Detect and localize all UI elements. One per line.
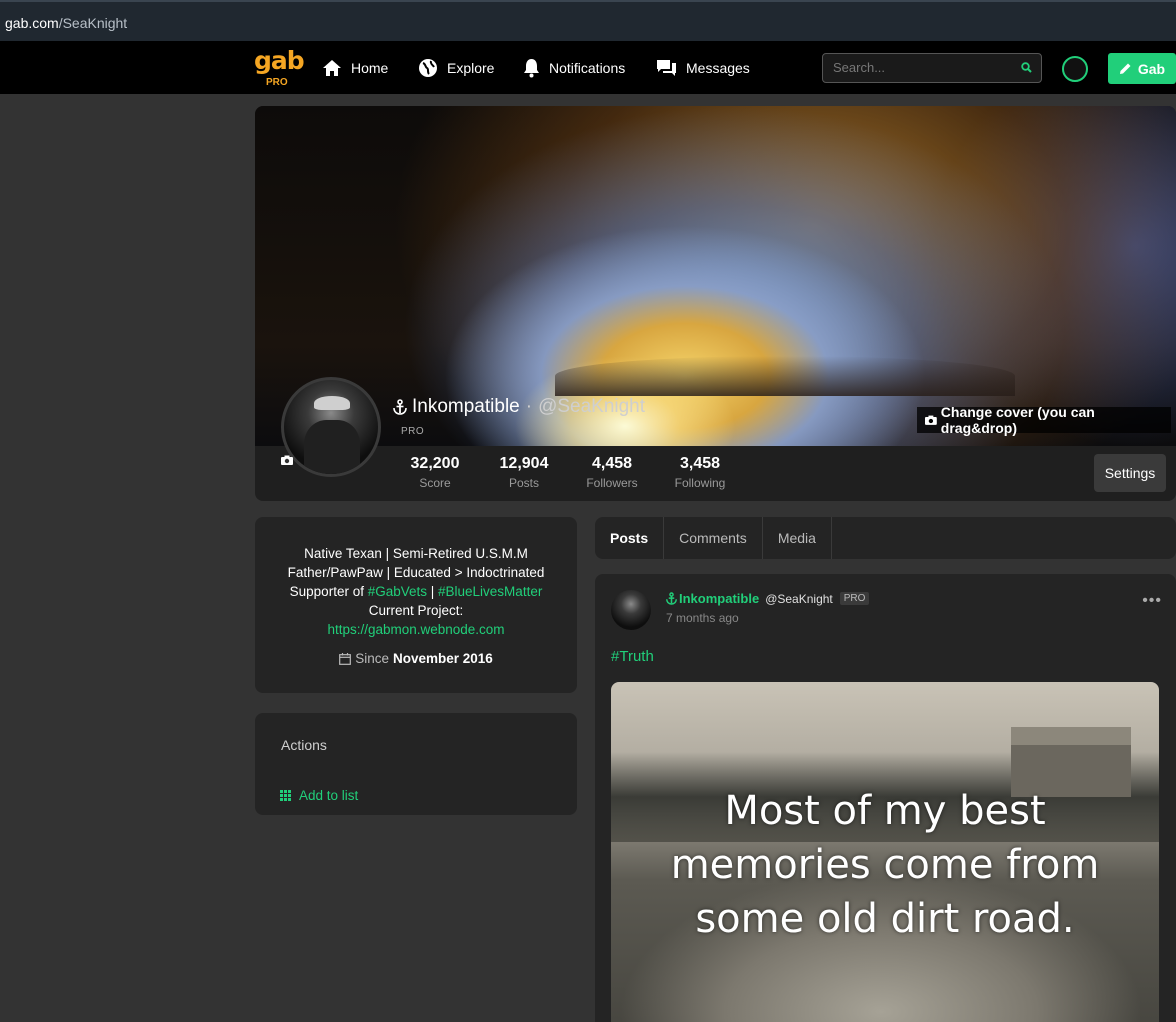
grid-icon [280, 790, 291, 801]
search-input[interactable] [833, 60, 1013, 75]
post-author-name: Inkompatible [679, 591, 760, 606]
bio-line: Current Project: [368, 603, 464, 618]
url-text[interactable]: gab.com/SeaKnight [5, 15, 127, 31]
home-icon [323, 60, 341, 76]
profile-header: Change cover (you can drag&drop) Inkompa… [255, 106, 1176, 501]
user-avatar-menu[interactable] [1062, 56, 1088, 82]
cover-image[interactable]: Change cover (you can drag&drop) [255, 106, 1176, 446]
post-hashtag[interactable]: #Truth [611, 648, 654, 665]
post-author-avatar[interactable] [611, 590, 651, 630]
anchor-icon [666, 592, 677, 605]
nav-notifications-label: Notifications [549, 60, 626, 76]
pencil-icon [1119, 63, 1131, 74]
nav-notifications[interactable]: Notifications [523, 57, 625, 79]
browser-url-bar[interactable]: gab.com/SeaKnight [0, 0, 1176, 41]
display-name: Inkompatible [412, 396, 520, 417]
tab-media[interactable]: Media [763, 517, 832, 559]
post-timestamp[interactable]: 7 months ago [666, 611, 739, 625]
nav-messages-label: Messages [686, 60, 750, 76]
nav-home[interactable]: Home [322, 57, 388, 79]
pro-badge: PRO [266, 77, 288, 88]
bio-card: Native Texan | Semi-Retired U.S.M.M Fath… [255, 517, 577, 693]
chat-icon [657, 60, 676, 76]
anchor-icon [393, 399, 407, 415]
post-author[interactable]: Inkompatible @SeaKnight PRO [666, 591, 870, 606]
top-navbar: gab PRO Home Explore Notifications Messa… [0, 41, 1176, 94]
profile-tabs: Posts Comments Media [595, 517, 1176, 559]
profile-avatar[interactable] [281, 377, 381, 477]
profile-pro-badge: PRO [401, 426, 425, 437]
stat-posts[interactable]: 12,904 Posts [494, 455, 554, 490]
change-cover-button[interactable]: Change cover (you can drag&drop) [917, 404, 1171, 436]
bio-line: Father/PawPaw | Educated > Indoctrinated [287, 565, 545, 580]
post-author-handle: @SeaKnight [765, 591, 833, 606]
nav-home-label: Home [351, 60, 389, 76]
camera-icon [925, 415, 937, 425]
post-image[interactable]: Most of my best memories come from some … [611, 682, 1159, 1022]
profile-name: Inkompatible · @SeaKnight [393, 396, 645, 418]
search-box[interactable] [822, 53, 1042, 83]
compose-gab-button[interactable]: Gab [1108, 53, 1176, 84]
post-card: Inkompatible @SeaKnight PRO 7 months ago… [595, 574, 1176, 1022]
profile-handle: @SeaKnight [538, 396, 646, 417]
nav-messages[interactable]: Messages [656, 57, 750, 79]
add-to-list-label: Add to list [299, 788, 359, 803]
settings-button[interactable]: Settings [1094, 454, 1166, 492]
nav-explore[interactable]: Explore [418, 57, 494, 79]
post-pro-badge: PRO [839, 592, 870, 605]
bio-line: Supporter of #GabVets | #BlueLivesMatter [289, 584, 543, 599]
bio-line: Native Texan | Semi-Retired U.S.M.M [304, 546, 528, 561]
name-separator: · [525, 396, 533, 417]
hashtag-gabvets[interactable]: #GabVets [368, 584, 427, 599]
actions-card: Actions Add to list [255, 713, 577, 815]
tab-comments[interactable]: Comments [664, 517, 763, 559]
stat-following[interactable]: 3,458 Following [668, 455, 732, 490]
change-cover-label: Change cover (you can drag&drop) [940, 404, 1095, 436]
stat-score: 32,200 Score [410, 455, 460, 490]
image-quote-text: Most of my best memories come from some … [670, 788, 1100, 942]
add-to-list-button[interactable]: Add to list [280, 788, 358, 803]
joined-date: Since November 2016 [255, 649, 577, 668]
nav-explore-label: Explore [447, 60, 495, 76]
bio-link[interactable]: https://gabmon.webnode.com [255, 620, 577, 639]
search-icon[interactable] [1021, 62, 1032, 73]
avatar-camera-icon[interactable] [281, 455, 293, 465]
globe-icon [419, 59, 437, 77]
hashtag-bluelivesmatter[interactable]: #BlueLivesMatter [438, 584, 542, 599]
gab-logo[interactable]: gab PRO [254, 46, 305, 90]
calendar-icon [339, 652, 352, 665]
compose-label: Gab [1137, 60, 1166, 77]
tab-posts[interactable]: Posts [595, 517, 665, 559]
bell-icon [524, 59, 539, 78]
stat-followers[interactable]: 4,458 Followers [582, 455, 642, 490]
actions-title: Actions [281, 737, 327, 753]
post-more-menu[interactable]: ••• [1142, 592, 1162, 610]
